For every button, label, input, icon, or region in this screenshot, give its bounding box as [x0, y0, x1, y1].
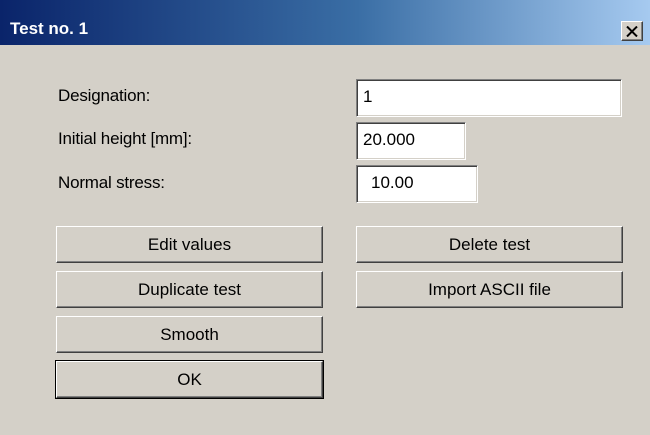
delete-test-button[interactable]: Delete test — [356, 226, 623, 263]
smooth-button[interactable]: Smooth — [56, 316, 323, 353]
designation-field[interactable]: 1 — [356, 79, 622, 117]
designation-label: Designation: — [58, 86, 151, 105]
normal-stress-field[interactable]: 10.00 — [356, 165, 478, 203]
ok-button[interactable]: OK — [55, 360, 324, 399]
title-bar[interactable]: Test no. 1 — [0, 0, 650, 45]
close-button[interactable] — [621, 21, 643, 41]
import-ascii-file-button[interactable]: Import ASCII file — [356, 271, 623, 308]
initial-height-label: Initial height [mm]: — [58, 129, 192, 148]
normal-stress-label: Normal stress: — [58, 173, 165, 192]
edit-values-button[interactable]: Edit values — [56, 226, 323, 263]
duplicate-test-button[interactable]: Duplicate test — [56, 271, 323, 308]
initial-height-field[interactable]: 20.000 — [356, 122, 466, 160]
window-title: Test no. 1 — [10, 19, 89, 38]
close-icon — [626, 25, 638, 37]
dialog-window: Test no. 1 Designation: 1 Initial height… — [0, 0, 650, 435]
